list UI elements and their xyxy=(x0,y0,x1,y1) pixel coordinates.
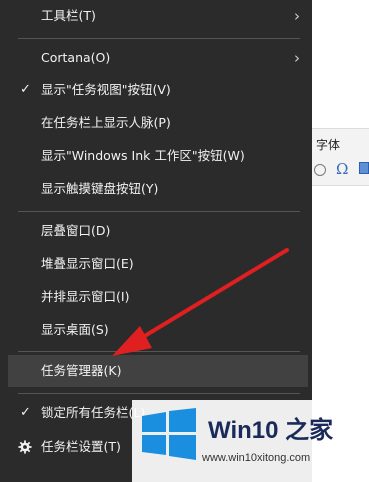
menu-item-label: 任务栏设置(T) xyxy=(41,439,121,454)
menu-item-label: 工具栏(T) xyxy=(41,8,96,23)
menu-item-label: 显示桌面(S) xyxy=(41,322,109,337)
menu-item-stack-windows[interactable]: 堆叠显示窗口(E) xyxy=(8,248,308,280)
font-group-label: 字体 xyxy=(316,138,341,152)
menu-item-show-windows-ink[interactable]: 显示"Windows Ink 工作区"按钮(W) xyxy=(8,140,308,172)
checkmark-icon: ✓ xyxy=(20,82,31,97)
menu-item-toolbars[interactable]: 工具栏(T) › xyxy=(8,0,308,32)
watermark-title: Win10 之家 xyxy=(208,417,334,444)
menu-item-label: 堆叠显示窗口(E) xyxy=(41,256,134,271)
menu-item-label: Cortana(O) xyxy=(41,50,111,65)
windows-logo-icon xyxy=(142,408,196,460)
menu-separator xyxy=(18,393,300,394)
menu-item-label: 显示"任务视图"按钮(V) xyxy=(41,82,171,97)
menu-item-task-manager[interactable]: 任务管理器(K) xyxy=(8,355,308,387)
symbol-omega-icon[interactable]: Ω xyxy=(336,160,348,178)
image-icon[interactable] xyxy=(359,162,369,174)
menu-item-cortana[interactable]: Cortana(O) › xyxy=(8,42,308,74)
menu-item-side-by-side[interactable]: 并排显示窗口(I) xyxy=(8,281,308,313)
menu-item-show-touch-keyboard[interactable]: 显示触摸键盘按钮(Y) xyxy=(8,173,308,205)
menu-item-label: 显示触摸键盘按钮(Y) xyxy=(41,181,159,196)
menu-item-label: 层叠窗口(D) xyxy=(41,223,111,238)
chevron-right-icon: › xyxy=(294,7,300,25)
menu-separator xyxy=(18,211,300,212)
menu-item-show-people[interactable]: 在任务栏上显示人脉(P) xyxy=(8,107,308,139)
menu-item-cascade-windows[interactable]: 层叠窗口(D) xyxy=(8,215,308,247)
watermark-url: www.win10xitong.com xyxy=(202,452,311,464)
menu-item-show-desktop[interactable]: 显示桌面(S) xyxy=(8,314,308,346)
checkmark-icon: ✓ xyxy=(20,405,31,420)
menu-item-label: 显示"Windows Ink 工作区"按钮(W) xyxy=(41,148,245,163)
menu-item-label: 并排显示窗口(I) xyxy=(41,289,130,304)
gear-icon xyxy=(18,440,32,454)
chevron-right-icon: › xyxy=(294,49,300,67)
watermark: Win10 之家 www.win10xitong.com xyxy=(132,400,369,482)
menu-item-label: 任务管理器(K) xyxy=(41,363,122,378)
menu-separator xyxy=(18,351,300,352)
menu-item-label: 在任务栏上显示人脉(P) xyxy=(41,115,171,130)
menu-item-label: 锁定所有任务栏(L) xyxy=(41,405,146,420)
menu-item-show-task-view[interactable]: ✓ 显示"任务视图"按钮(V) xyxy=(8,74,308,106)
menu-separator xyxy=(18,38,300,39)
clock-icon[interactable] xyxy=(314,164,326,176)
